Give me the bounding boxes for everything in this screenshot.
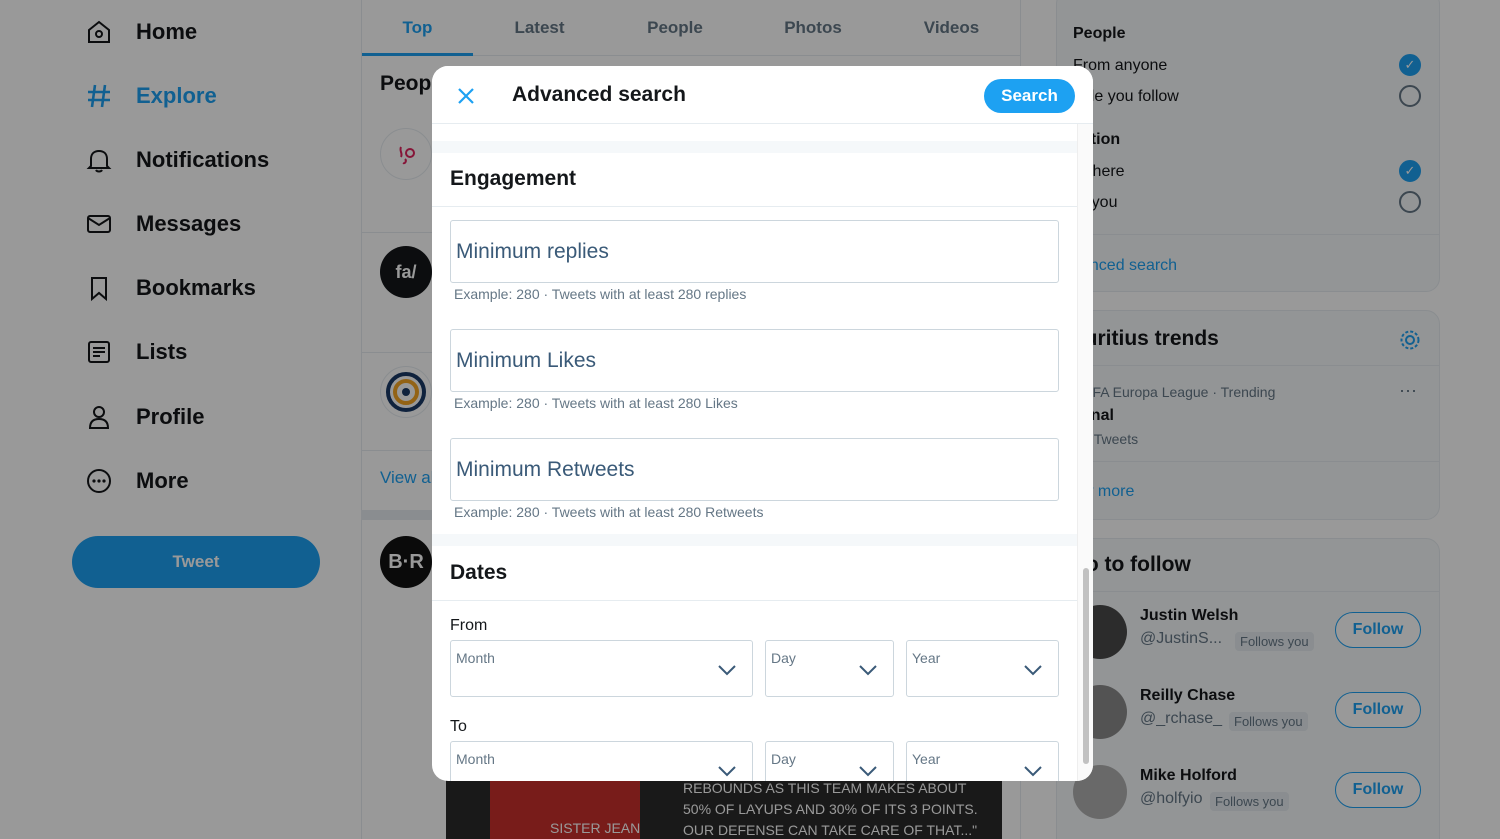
min-retweets-input[interactable]: Minimum Retweets [450,438,1059,501]
modal-title: Advanced search [512,83,686,106]
close-icon [458,88,474,104]
select-label: Day [771,751,796,767]
chevron-down-icon [718,665,736,676]
min-replies-input[interactable]: Minimum replies [450,220,1059,283]
search-button[interactable]: Search [984,79,1075,113]
from-day-select[interactable]: Day [765,640,894,697]
section-gap [432,534,1077,546]
engagement-title: Engagement [450,167,577,190]
min-likes-input[interactable]: Minimum Likes [450,329,1059,392]
select-label: Month [456,650,495,666]
from-label: From [450,617,488,634]
to-month-select[interactable]: Month [450,741,753,781]
divider [432,206,1077,207]
min-likes-hint: Example: 280 · Tweets with at least 280 … [454,395,738,411]
dates-title: Dates [450,561,508,584]
from-month-select[interactable]: Month [450,640,753,697]
close-button[interactable] [450,80,482,112]
chevron-down-icon [718,766,736,777]
from-year-select[interactable]: Year [906,640,1059,697]
chevron-down-icon [859,766,877,777]
min-retweets-hint: Example: 280 · Tweets with at least 280 … [454,504,764,520]
divider [432,600,1077,601]
chevron-down-icon [1024,766,1042,777]
advanced-search-modal: Engagement Minimum replies Example: 280 … [432,66,1093,781]
chevron-down-icon [1024,665,1042,676]
modal-header: Advanced search Search [432,66,1093,124]
to-year-select[interactable]: Year [906,741,1059,781]
min-replies-hint: Example: 280 · Tweets with at least 280 … [454,286,747,302]
min-replies-placeholder: Minimum replies [456,239,609,263]
min-retweets-placeholder: Minimum Retweets [456,457,635,481]
to-label: To [450,718,467,735]
to-day-select[interactable]: Day [765,741,894,781]
select-label: Day [771,650,796,666]
select-label: Year [912,751,941,767]
select-label: Month [456,751,495,767]
scrollbar-thumb[interactable] [1083,568,1089,764]
modal-scrollbar[interactable] [1077,124,1093,781]
chevron-down-icon [859,665,877,676]
select-label: Year [912,650,941,666]
min-likes-placeholder: Minimum Likes [456,348,597,372]
section-gap [432,141,1077,153]
